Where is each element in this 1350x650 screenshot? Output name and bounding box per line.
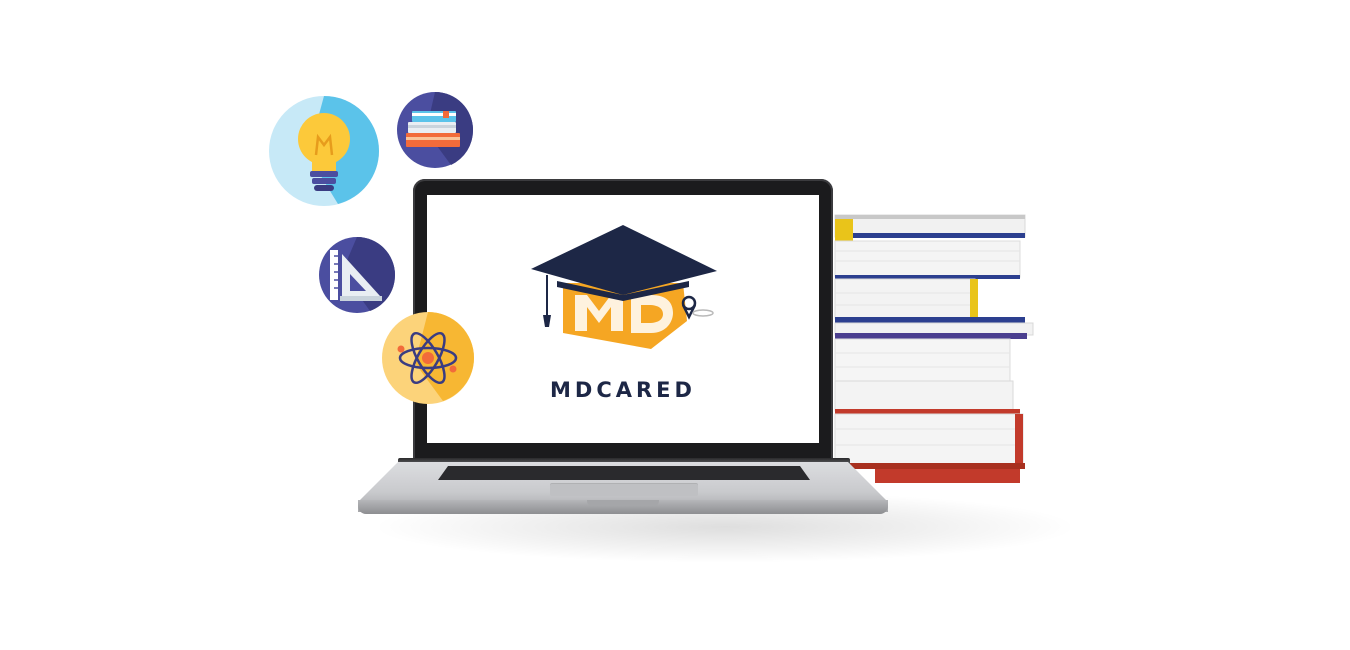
laptop-screen: MDCARED — [427, 195, 819, 443]
graduation-cap-logo-icon — [531, 225, 717, 349]
atom-icon — [382, 312, 474, 404]
books-icon — [397, 92, 474, 168]
keyboard — [438, 466, 810, 480]
brand-name: MDCARED — [550, 378, 696, 402]
ruler-triangle-icon — [319, 237, 396, 313]
light-bulb-icon — [269, 96, 379, 206]
hero-illustration: MDCARED — [0, 0, 1350, 650]
laptop-notch — [587, 500, 659, 506]
trackpad — [550, 483, 698, 496]
